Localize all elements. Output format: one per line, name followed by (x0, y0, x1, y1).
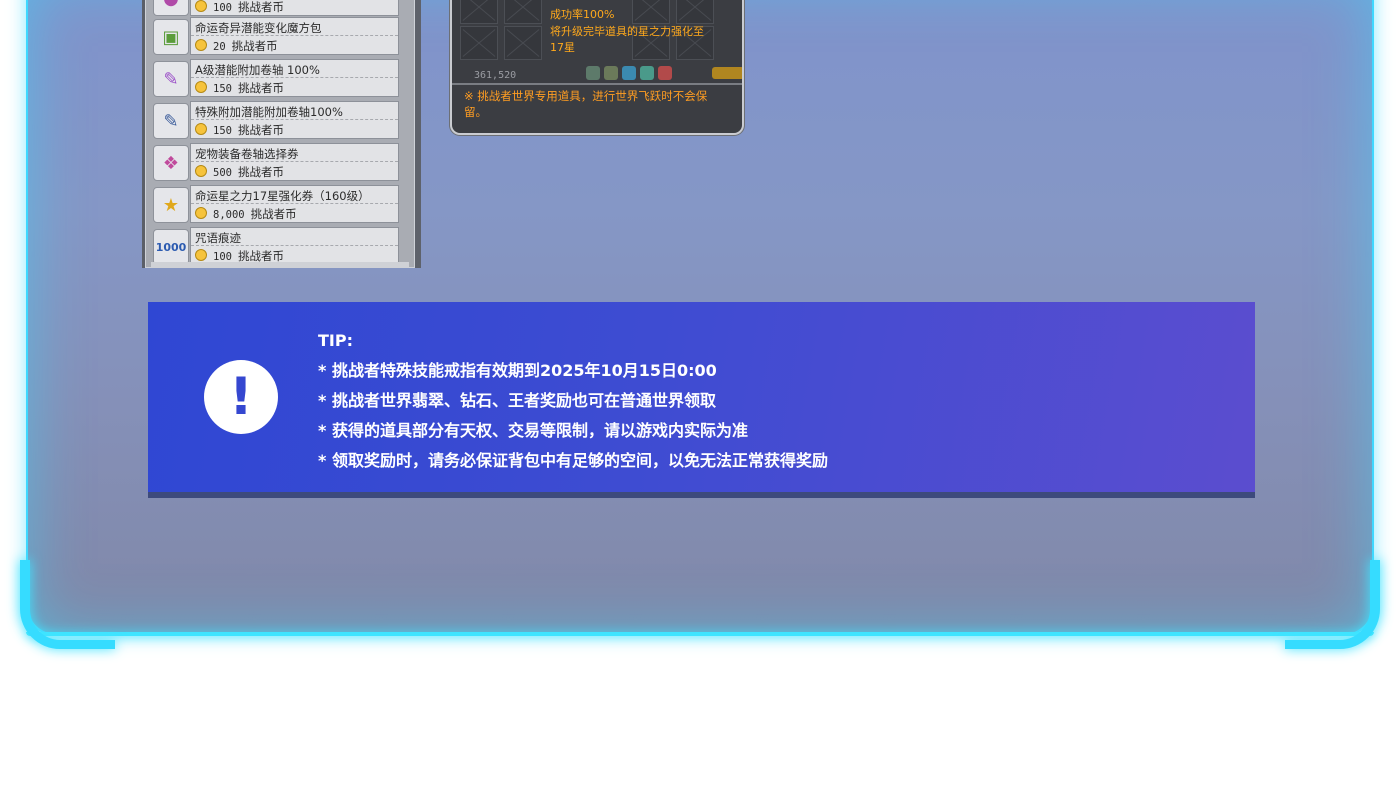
status-chip-icon (640, 66, 654, 80)
star-force-ticket-icon: ★ (153, 187, 189, 223)
shop-item-name: A级潜能附加卷轴 100% (195, 63, 320, 77)
inventory-slot (676, 0, 714, 24)
inventory-slot (460, 26, 498, 60)
pink-bag-icon: ● (153, 0, 189, 16)
shop-item-name: 宠物装备卷轴选择券 (195, 147, 299, 161)
coin-icon (195, 39, 207, 51)
shop-item-price: 150 挑战者币 (195, 80, 284, 96)
shop-item-price: 100 挑战者币 (195, 0, 284, 15)
coin-icon (195, 123, 207, 135)
shop-item-info: 宠物装备卷轴选择券 500 挑战者币 (190, 143, 399, 181)
tip-item: * 挑战者世界翡翠、钻石、王者奖励也可在普通世界领取 (318, 391, 716, 410)
status-chip-icon (622, 66, 636, 80)
blue-scroll-icon: ✎ (153, 103, 189, 139)
exclamation-icon: ! (204, 360, 278, 434)
meso-count: 361,520 (474, 70, 517, 81)
purple-scroll-icon: ✎ (153, 61, 189, 97)
tip-banner-bottom-bar (148, 492, 1255, 498)
tooltip-line: 将升级完毕道具的星之力强化至 (550, 25, 704, 38)
status-chip-icon (658, 66, 672, 80)
shop-item-price: 150 挑战者币 (195, 122, 284, 138)
shop-item-price: 8,000 挑战者币 (195, 206, 297, 222)
tip-heading: TIP: (318, 331, 353, 350)
coin-icon (195, 81, 207, 93)
pet-scroll-icon: ❖ (153, 145, 189, 181)
frame-corner-left (20, 560, 115, 649)
shop-item-row[interactable]: ✎ 特殊附加潜能附加卷轴100% 150 挑战者币 (151, 101, 399, 141)
inventory-slot (460, 0, 498, 24)
shop-item-info: 咒语痕迹 100 挑战者币 (190, 227, 399, 265)
shop-item-info: 100 挑战者币 (190, 0, 399, 16)
coin-icon (195, 207, 207, 219)
shop-item-price: 20 挑战者币 (195, 38, 278, 54)
tip-banner: ! TIP: * 挑战者特殊技能戒指有效期到2025年10月15日0:00 * … (148, 302, 1255, 498)
tooltip-line: 成功率100% (550, 8, 615, 21)
shop-item-info: 命运星之力17星强化券（160级） 8,000 挑战者币 (190, 185, 399, 223)
tip-item: * 领取奖励时，请务必保证背包中有足够的空间，以免无法正常获得奖励 (318, 451, 828, 470)
tip-text-block: TIP: * 挑战者特殊技能戒指有效期到2025年10月15日0:00 * 挑战… (318, 326, 828, 476)
shop-item-price: 500 挑战者币 (195, 164, 284, 180)
shop-item-row[interactable]: ❖ 宠物装备卷轴选择券 500 挑战者币 (151, 143, 399, 183)
tooltip-note: ※ 挑战者世界专用道具，进行世界飞跃时不会保留。 (464, 89, 708, 119)
inventory-slot (504, 26, 542, 60)
shop-item-name: 命运星之力17星强化券（160级） (195, 189, 370, 203)
status-chip-icon (586, 66, 600, 80)
challenger-shop-list: ● 100挑战者币 ▣ 命运奇异潜能变化魔方包 20挑战者币 ✎ A级潜能附加卷… (142, 0, 421, 268)
status-chip-icon (604, 66, 618, 80)
coin-icon (195, 165, 207, 177)
inventory-slot (632, 0, 670, 24)
shop-item-row[interactable]: ✎ A级潜能附加卷轴 100% 150 挑战者币 (151, 59, 399, 99)
coin-icon (195, 0, 207, 12)
shop-item-name: 命运奇异潜能变化魔方包 (195, 21, 322, 35)
gold-bar-icon (712, 67, 742, 79)
cube-package-icon: ▣ (153, 19, 189, 55)
shop-item-row[interactable]: ● 100挑战者币 (151, 0, 399, 18)
tip-item: * 挑战者特殊技能戒指有效期到2025年10月15日0:00 (318, 361, 717, 380)
shop-item-info: 特殊附加潜能附加卷轴100% 150 挑战者币 (190, 101, 399, 139)
shop-item-info: A级潜能附加卷轴 100% 150 挑战者币 (190, 59, 399, 97)
shop-item-row[interactable]: 1000 咒语痕迹 100 挑战者币 (151, 227, 399, 267)
tip-item: * 获得的道具部分有天权、交易等限制，请以游戏内实际为准 (318, 421, 748, 440)
inventory-slot (504, 0, 542, 24)
coin-icon (195, 249, 207, 261)
spell-trace-icon: 1000 (153, 229, 189, 265)
shop-item-name: 特殊附加潜能附加卷轴100% (195, 105, 343, 119)
shop-item-name: 咒语痕迹 (195, 231, 241, 245)
shop-item-row[interactable]: ▣ 命运奇异潜能变化魔方包 20 挑战者币 (151, 17, 399, 57)
shop-item-info: 命运奇异潜能变化魔方包 20 挑战者币 (190, 17, 399, 55)
frame-corner-right (1285, 560, 1380, 649)
shop-list-bottom-edge (151, 262, 409, 268)
shop-item-row[interactable]: ★ 命运星之力17星强化券（160级） 8,000 挑战者币 (151, 185, 399, 225)
item-tooltip: 成功率100% 将升级完毕道具的星之力强化至 17星 361,520 ※ 挑战者… (450, 0, 744, 135)
tooltip-line: 17星 (550, 41, 575, 54)
